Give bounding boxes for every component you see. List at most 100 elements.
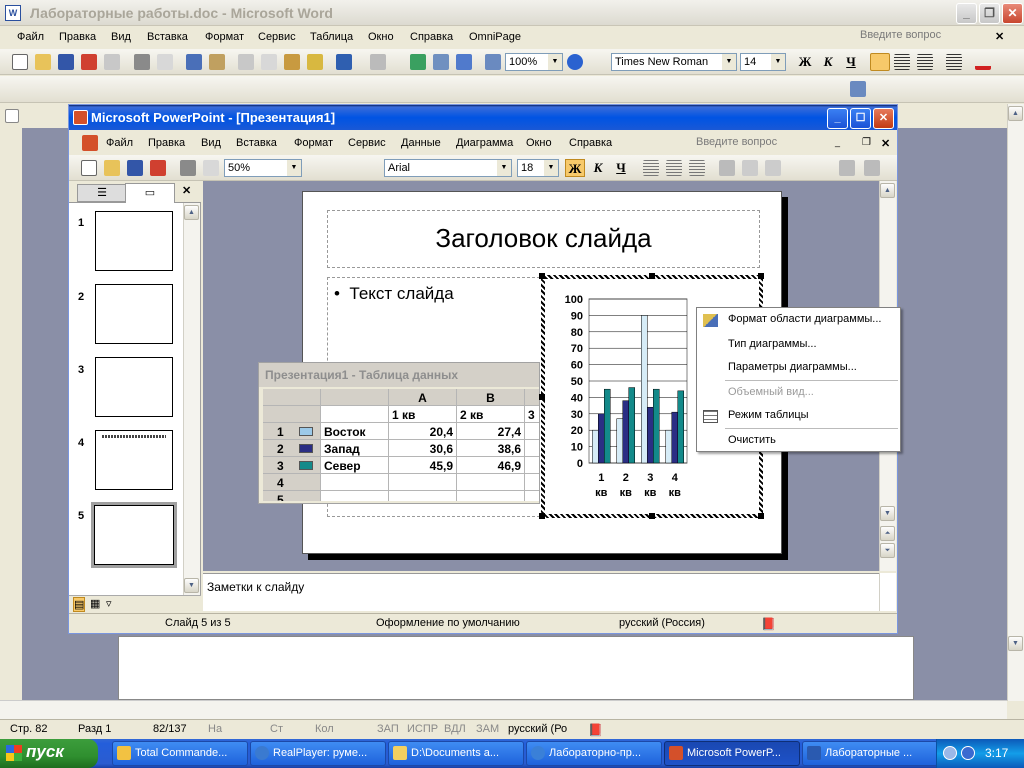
resize-handle[interactable] <box>649 273 655 279</box>
tab-stop-icon[interactable] <box>5 109 19 123</box>
x-tick-label[interactable]: кв <box>644 487 657 499</box>
y-tick-label[interactable]: 40 <box>571 392 583 404</box>
word-vertical-scrollbar[interactable]: ▲ ▼ <box>1007 104 1024 701</box>
ppt-app-icon[interactable] <box>73 110 88 125</box>
save-icon[interactable] <box>127 160 143 176</box>
menu-item-chart-options[interactable]: Параметры диаграммы... <box>697 358 900 378</box>
notes-scrollbar[interactable] <box>879 573 896 611</box>
slide-thumbnail[interactable] <box>95 284 173 344</box>
slide-thumbnail[interactable] <box>95 211 173 271</box>
copy-icon[interactable] <box>261 54 277 70</box>
tray-arrow-icon[interactable] <box>943 746 957 760</box>
cell[interactable] <box>525 457 539 474</box>
chevron-down-icon[interactable]: ▼ <box>771 54 785 70</box>
new-presentation-icon[interactable] <box>81 160 97 176</box>
spelling-status-icon[interactable]: 📕 <box>588 723 603 737</box>
previous-slide-icon[interactable]: ⏶ <box>880 526 895 541</box>
x-tick-label[interactable]: 4 <box>672 472 679 484</box>
format-painter-icon[interactable] <box>307 54 323 70</box>
cell[interactable]: 38,6 <box>457 440 525 457</box>
close-pane-icon[interactable]: ✕ <box>182 184 191 197</box>
spelling-icon[interactable] <box>186 54 202 70</box>
chart-bar[interactable] <box>653 388 660 464</box>
x-tick-label[interactable]: 1 <box>598 472 604 484</box>
ppt-doc-close-icon[interactable]: ✕ <box>881 137 890 150</box>
word-menu-window[interactable]: Окно <box>368 31 394 43</box>
resize-handle[interactable] <box>539 394 545 400</box>
ppt-doc-restore-icon[interactable]: ❐ <box>862 137 871 148</box>
ppt-menu-view[interactable]: Вид <box>201 137 221 149</box>
chart-bar[interactable] <box>677 390 684 464</box>
cell[interactable] <box>321 491 389 501</box>
word-underline-button[interactable]: Ч <box>841 53 861 71</box>
permission-icon[interactable] <box>150 160 166 176</box>
taskbar-item[interactable]: Total Commande... <box>112 741 248 766</box>
taskbar-item[interactable]: Лабораторные ... <box>802 741 938 766</box>
status-rec[interactable]: ЗАП <box>377 723 399 735</box>
ppt-menu-format[interactable]: Формат <box>294 137 333 149</box>
undo-icon[interactable] <box>336 54 352 70</box>
row-header[interactable]: 5 <box>263 491 321 501</box>
chart-bar[interactable] <box>665 429 672 464</box>
ppt-menu-tools[interactable]: Сервис <box>348 137 386 149</box>
status-ovr[interactable]: ЗАМ <box>476 723 499 735</box>
ppt-ask-question-input[interactable]: Введите вопрос <box>696 136 836 153</box>
print-preview-icon[interactable] <box>157 54 173 70</box>
permission-icon[interactable] <box>81 54 97 70</box>
cut-icon[interactable] <box>238 54 254 70</box>
word-menu-view[interactable]: Вид <box>111 31 131 43</box>
ppt-font-select[interactable]: Arial ▼ <box>384 159 512 177</box>
y-tick-label[interactable]: 100 <box>565 294 583 306</box>
slideshow-icon[interactable]: ▿ <box>106 597 112 610</box>
new-doc-icon[interactable] <box>12 54 28 70</box>
resize-handle[interactable] <box>649 513 655 519</box>
justify-icon[interactable] <box>917 54 933 70</box>
title-placeholder[interactable]: Заголовок слайда <box>327 210 760 268</box>
word-ask-question-input[interactable]: Введите вопрос <box>860 29 1000 46</box>
hyperlink-icon[interactable] <box>410 54 426 70</box>
save-icon[interactable] <box>58 54 74 70</box>
ppt-underline-button[interactable]: Ч <box>611 159 631 177</box>
ppt-menu-chart[interactable]: Диаграмма <box>456 137 513 149</box>
word-font-select[interactable]: Times New Roman ▼ <box>611 53 737 71</box>
thumbnails-scrollbar[interactable]: ▲ ▼ <box>183 203 200 595</box>
open-folder-icon[interactable] <box>35 54 51 70</box>
font-color-icon[interactable] <box>975 54 991 70</box>
resize-handle[interactable] <box>539 273 545 279</box>
cell[interactable] <box>457 491 525 501</box>
chart-bar[interactable] <box>604 388 611 464</box>
cell[interactable]: 45,9 <box>389 457 457 474</box>
y-tick-label[interactable]: 60 <box>571 360 583 372</box>
currency-icon[interactable] <box>719 160 735 176</box>
chart-bar[interactable] <box>641 315 648 464</box>
align-left-icon[interactable] <box>643 160 659 176</box>
cell[interactable]: 3 <box>525 406 539 423</box>
numbering-icon[interactable] <box>946 54 962 70</box>
print-icon[interactable] <box>134 54 150 70</box>
chart-bar[interactable] <box>622 400 629 464</box>
research-pane-icon[interactable] <box>850 81 866 97</box>
word-page[interactable] <box>118 636 914 700</box>
cell[interactable]: 30,6 <box>389 440 457 457</box>
column-header-blank[interactable] <box>321 389 389 406</box>
word-menu-edit[interactable]: Правка <box>59 31 96 43</box>
chevron-down-icon[interactable]: ▼ <box>544 160 558 176</box>
ppt-italic-button[interactable]: К <box>588 159 608 177</box>
research-icon[interactable] <box>209 54 225 70</box>
word-minimize-button[interactable]: _ <box>956 3 977 24</box>
y-tick-label[interactable]: 10 <box>571 442 583 454</box>
scroll-down-icon[interactable]: ▼ <box>1008 636 1023 651</box>
taskbar-item[interactable]: RealPlayer: руме... <box>250 741 386 766</box>
chart-bar[interactable] <box>592 429 599 464</box>
word-menu-insert[interactable]: Вставка <box>147 31 188 43</box>
tab-outline[interactable]: ☰ <box>77 184 127 202</box>
redo-icon[interactable] <box>370 54 386 70</box>
row-header[interactable] <box>263 406 321 423</box>
help-icon[interactable] <box>567 54 583 70</box>
document-map-icon[interactable] <box>485 54 501 70</box>
status-trk[interactable]: ИСПР <box>407 723 438 735</box>
cell[interactable]: Север <box>321 457 389 474</box>
slide-thumbnail-selected[interactable] <box>91 502 177 568</box>
resize-handle[interactable] <box>758 513 764 519</box>
word-restore-button[interactable]: ❐ <box>979 3 1000 24</box>
